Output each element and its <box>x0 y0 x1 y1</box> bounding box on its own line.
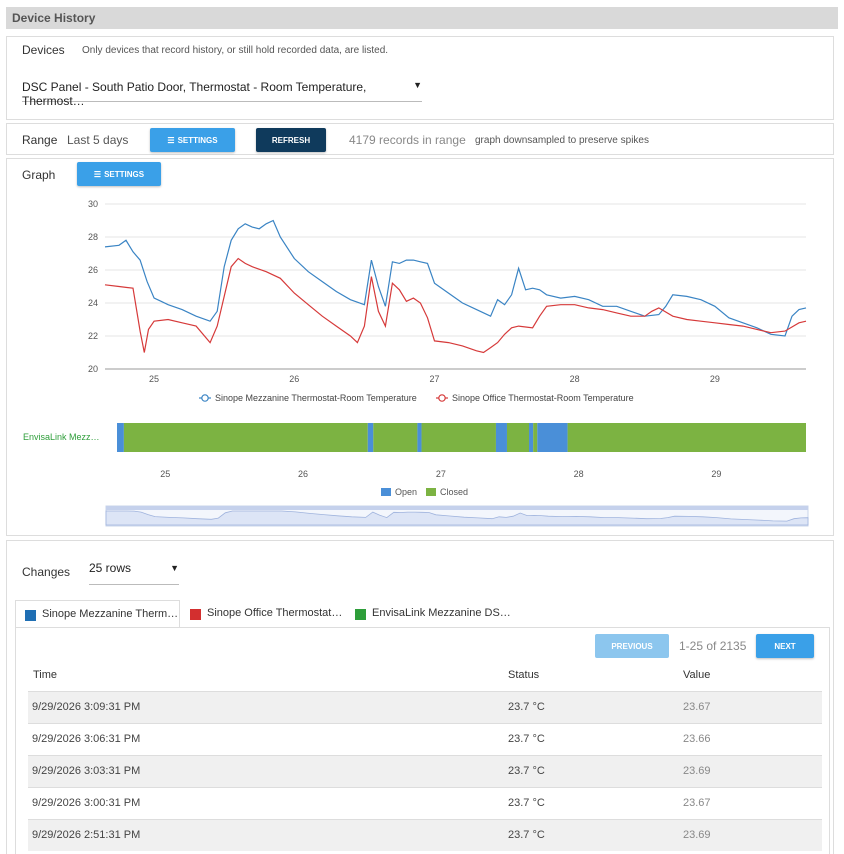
navigator-scrollbar[interactable] <box>106 506 808 510</box>
column-header-time[interactable]: Time <box>33 669 57 681</box>
y-tick-label: 24 <box>88 298 98 308</box>
cell-status: 23.7 °C <box>508 797 545 809</box>
state-segment <box>123 423 368 452</box>
range-navigator[interactable] <box>105 505 809 527</box>
state-row-label: EnvisaLink Mezz… <box>23 432 100 442</box>
x-tick-label: 29 <box>710 374 720 384</box>
legend-closed-swatch <box>426 488 436 496</box>
state-segment <box>567 423 806 452</box>
state-segment <box>529 423 534 452</box>
table-row[interactable]: 9/29/2026 2:51:31 PM 23.7 °C 23.69 <box>28 819 822 851</box>
table-row[interactable]: 9/29/2026 3:06:31 PM 23.7 °C 23.66 <box>28 723 822 755</box>
cell-time: 9/29/2026 3:03:31 PM <box>32 765 141 777</box>
x-tick-label: 29 <box>711 469 721 479</box>
state-segment <box>495 423 507 452</box>
series-color-swatch <box>355 609 366 620</box>
cell-value: 23.69 <box>683 829 711 841</box>
cell-time: 9/29/2026 3:00:31 PM <box>32 797 141 809</box>
series-color-swatch <box>25 610 36 621</box>
y-tick-label: 22 <box>88 331 98 341</box>
state-segment <box>533 423 538 452</box>
cell-status: 23.7 °C <box>508 733 545 745</box>
x-tick-label: 25 <box>160 469 170 479</box>
state-segment <box>421 423 496 452</box>
legend-marker <box>438 394 446 402</box>
rows-select-value: 25 rows <box>89 561 132 575</box>
series-color-swatch <box>190 609 201 620</box>
y-tick-label: 28 <box>88 232 98 242</box>
previous-button[interactable]: PREVIOUS <box>595 634 669 658</box>
cell-value: 23.67 <box>683 701 711 713</box>
state-segment <box>537 423 568 452</box>
state-segment <box>373 423 418 452</box>
x-tick-label: 27 <box>429 374 439 384</box>
legend-label: Sinope Mezzanine Thermostat-Room Tempera… <box>215 393 417 403</box>
series-line <box>104 219 807 337</box>
cell-time: 9/29/2026 3:09:31 PM <box>32 701 141 713</box>
x-tick-label: 26 <box>289 374 299 384</box>
legend-open-swatch <box>381 488 391 496</box>
tab-sinope-mezzanine[interactable]: Sinope Mezzanine Therm… <box>15 600 180 628</box>
cell-time: 9/29/2026 2:51:31 PM <box>32 829 141 841</box>
rows-select[interactable]: 25 rows ▼ <box>89 561 179 585</box>
cell-status: 23.7 °C <box>508 829 545 841</box>
y-tick-label: 20 <box>88 364 98 374</box>
series-tabs: Sinope Mezzanine Therm… Sinope Office Th… <box>15 600 829 628</box>
table-row[interactable]: 9/29/2026 3:03:31 PM 23.7 °C 23.69 <box>28 755 822 787</box>
dropdown-arrow-icon: ▼ <box>170 563 179 573</box>
state-segment <box>367 423 374 452</box>
y-tick-label: 30 <box>88 199 98 209</box>
table-row[interactable]: 9/29/2026 3:09:31 PM 23.7 °C 23.67 <box>28 691 822 723</box>
x-tick-label: 25 <box>149 374 159 384</box>
cell-value: 23.66 <box>683 733 711 745</box>
state-segment <box>417 423 422 452</box>
next-button[interactable]: NEXT <box>756 634 814 658</box>
series-line <box>104 257 807 354</box>
state-segment <box>506 423 530 452</box>
changes-label: Changes <box>22 565 71 579</box>
x-tick-label: 28 <box>574 469 584 479</box>
legend-open-label: Open <box>395 487 417 497</box>
state-segment <box>117 423 124 452</box>
column-header-status[interactable]: Status <box>508 669 539 681</box>
x-tick-label: 27 <box>436 469 446 479</box>
cell-value: 23.69 <box>683 765 711 777</box>
legend-closed-label: Closed <box>440 487 468 497</box>
table-row[interactable]: 9/29/2026 3:00:31 PM 23.7 °C 23.67 <box>28 787 822 819</box>
history-chart: 20 22 24 26 28 30 25 26 27 28 29 Sinope Mezzanine… <box>23 199 809 527</box>
x-tick-label: 28 <box>570 374 580 384</box>
cell-value: 23.67 <box>683 797 711 809</box>
cell-time: 9/29/2026 3:06:31 PM <box>32 733 141 745</box>
cell-status: 23.7 °C <box>508 701 545 713</box>
legend-label: Sinope Office Thermostat-Room Temperatur… <box>452 393 634 403</box>
tab-sinope-office[interactable]: Sinope Office Thermostat… <box>181 600 346 628</box>
tab-envisalink-mezzanine[interactable]: EnvisaLink Mezzanine DS… <box>346 600 516 628</box>
pager-text: 1-25 of 2135 <box>679 639 747 653</box>
legend-marker <box>201 394 209 402</box>
x-tick-label: 26 <box>298 469 308 479</box>
column-header-value[interactable]: Value <box>683 669 710 681</box>
y-tick-label: 26 <box>88 265 98 275</box>
cell-status: 23.7 °C <box>508 765 545 777</box>
